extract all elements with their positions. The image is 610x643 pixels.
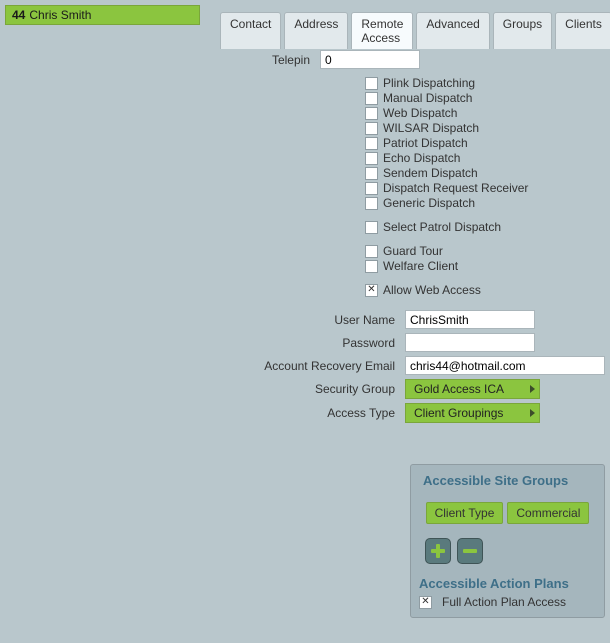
dispatch-checkbox[interactable] [365,107,378,120]
commercial-button[interactable]: Commercial [507,502,589,524]
access-type-label: Access Type [0,406,405,420]
tab-groups[interactable]: Groups [493,12,552,49]
record-title-chip: 44 Chris Smith [5,5,200,25]
security-group-value: Gold Access ICA [414,382,504,396]
tab-bar: ContactAddressRemote AccessAdvancedGroup… [220,12,610,49]
client-type-button[interactable]: Client Type [426,502,504,524]
dispatch-label: WILSAR Dispatch [383,121,479,135]
remote-access-form: Telepin Plink DispatchingManual Dispatch… [0,48,610,425]
guard-label: Welfare Client [383,259,458,273]
dispatch-checkbox[interactable] [365,137,378,150]
full-action-plan-checkbox[interactable] [419,596,432,609]
dispatch-row: Echo Dispatch [365,151,610,165]
access-type-value: Client Groupings [414,406,503,420]
minus-icon [463,549,477,553]
dispatch-label: Echo Dispatch [383,151,460,165]
full-action-plan-label: Full Action Plan Access [442,595,566,609]
dispatch-label: Web Dispatch [383,106,457,120]
dispatch-row: Plink Dispatching [365,76,610,90]
record-id: 44 [12,8,25,22]
dispatch-row: Manual Dispatch [365,91,610,105]
dispatch-row: WILSAR Dispatch [365,121,610,135]
password-input[interactable] [405,333,535,352]
dispatch-checkbox[interactable] [365,122,378,135]
guard-row: Guard Tour [365,244,610,258]
dispatch-label: Manual Dispatch [383,91,472,105]
dispatch-label: Dispatch Request Receiver [383,181,528,195]
guard-row: Welfare Client [365,259,610,273]
full-action-plan-row: Full Action Plan Access [419,595,596,609]
dispatch-label: Sendem Dispatch [383,166,478,180]
tab-advanced[interactable]: Advanced [416,12,489,49]
security-group-dropdown[interactable]: Gold Access ICA [405,379,540,399]
dispatch-row: Patriot Dispatch [365,136,610,150]
dispatch-row: Dispatch Request Receiver [365,181,610,195]
tab-address[interactable]: Address [284,12,348,49]
telepin-input[interactable] [320,50,420,69]
dispatch-row: Web Dispatch [365,106,610,120]
remove-button[interactable] [457,538,483,564]
password-label: Password [0,336,405,350]
dispatch-checkbox[interactable] [365,197,378,210]
panel-subtitle: Accessible Action Plans [419,576,596,591]
plus-icon [431,544,445,558]
guard-checkbox[interactable] [365,260,378,273]
access-type-dropdown[interactable]: Client Groupings [405,403,540,423]
security-group-label: Security Group [0,382,405,396]
patrol-dispatch-checkbox[interactable] [365,221,378,234]
add-button[interactable] [425,538,451,564]
allow-web-row: Allow Web Access [365,283,610,297]
patrol-dispatch-row: Select Patrol Dispatch [365,220,610,234]
dispatch-label: Plink Dispatching [383,76,475,90]
chevron-right-icon [530,385,535,393]
record-name: Chris Smith [29,8,91,22]
tab-clients[interactable]: Clients [555,12,610,49]
patrol-dispatch-label: Select Patrol Dispatch [383,220,501,234]
dispatch-label: Patriot Dispatch [383,136,468,150]
dispatch-checkbox[interactable] [365,92,378,105]
telepin-label: Telepin [0,53,320,67]
dispatch-checkbox[interactable] [365,152,378,165]
dispatch-row: Generic Dispatch [365,196,610,210]
username-input[interactable] [405,310,535,329]
dispatch-checkbox[interactable] [365,182,378,195]
tab-remote-access[interactable]: Remote Access [351,12,413,49]
username-label: User Name [0,313,405,327]
email-label: Account Recovery Email [0,359,405,373]
allow-web-label: Allow Web Access [383,283,481,297]
email-input[interactable] [405,356,605,375]
guard-checkbox[interactable] [365,245,378,258]
dispatch-row: Sendem Dispatch [365,166,610,180]
dispatch-label: Generic Dispatch [383,196,475,210]
tab-contact[interactable]: Contact [220,12,281,49]
guard-label: Guard Tour [383,244,443,258]
chevron-right-icon [530,409,535,417]
accessible-site-groups-panel: Accessible Site Groups Client Type Comme… [410,464,605,618]
dispatch-checkbox[interactable] [365,167,378,180]
allow-web-checkbox[interactable] [365,284,378,297]
dispatch-checkbox[interactable] [365,77,378,90]
panel-title: Accessible Site Groups [423,473,596,488]
